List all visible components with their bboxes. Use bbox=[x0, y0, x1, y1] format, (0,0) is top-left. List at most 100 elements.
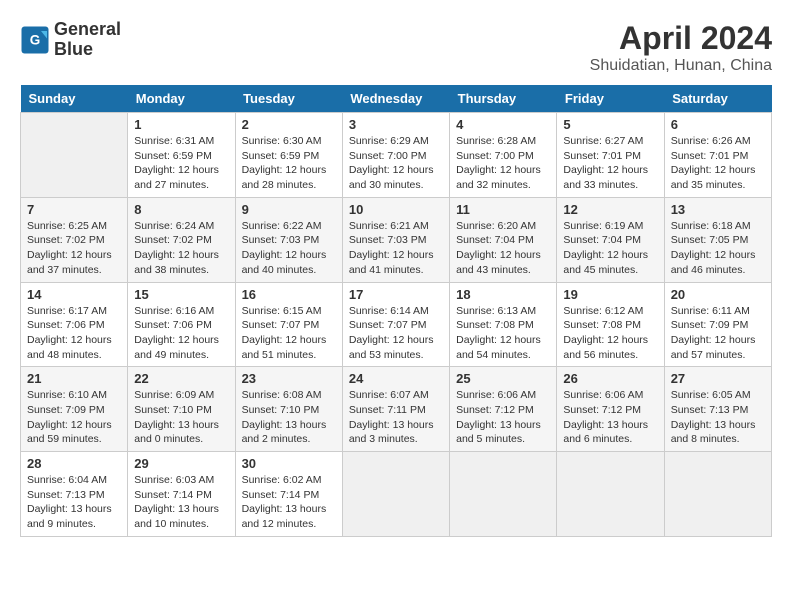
day-cell: 26 Sunrise: 6:06 AMSunset: 7:12 PMDayligh… bbox=[557, 367, 664, 452]
header-tuesday: Tuesday bbox=[235, 85, 342, 113]
day-info: Sunrise: 6:08 AMSunset: 7:10 PMDaylight:… bbox=[242, 388, 336, 447]
day-cell: 7 Sunrise: 6:25 AMSunset: 7:02 PMDaylight… bbox=[21, 197, 128, 282]
day-cell: 9 Sunrise: 6:22 AMSunset: 7:03 PMDaylight… bbox=[235, 197, 342, 282]
day-cell: 3Sunrise: 6:29 AMSunset: 7:00 PMDaylight… bbox=[342, 113, 449, 198]
day-number: 1 bbox=[134, 117, 228, 132]
day-info: Sunrise: 6:28 AMSunset: 7:00 PMDaylight:… bbox=[456, 134, 550, 193]
day-info: Sunrise: 6:30 AMSunset: 6:59 PMDaylight:… bbox=[242, 134, 336, 193]
day-number: 21 bbox=[27, 371, 121, 386]
day-number: 27 bbox=[671, 371, 765, 386]
header-saturday: Saturday bbox=[664, 85, 771, 113]
day-cell: 8 Sunrise: 6:24 AMSunset: 7:02 PMDaylight… bbox=[128, 197, 235, 282]
day-number: 5 bbox=[563, 117, 657, 132]
logo-line1: General bbox=[54, 20, 121, 40]
day-number: 11 bbox=[456, 202, 550, 217]
header-wednesday: Wednesday bbox=[342, 85, 449, 113]
day-info: Sunrise: 6:22 AMSunset: 7:03 PMDaylight:… bbox=[242, 219, 336, 278]
day-cell: 14Sunrise: 6:17 AMSunset: 7:06 PMDayligh… bbox=[21, 282, 128, 367]
logo: G General Blue bbox=[20, 20, 121, 60]
day-cell: 30 Sunrise: 6:02 AMSunset: 7:14 PMDayligh… bbox=[235, 452, 342, 537]
day-number: 18 bbox=[456, 287, 550, 302]
day-number: 29 bbox=[134, 456, 228, 471]
day-info: Sunrise: 6:10 AMSunset: 7:09 PMDaylight:… bbox=[27, 388, 121, 447]
day-cell: 21 Sunrise: 6:10 AMSunset: 7:09 PMDayligh… bbox=[21, 367, 128, 452]
day-number: 9 bbox=[242, 202, 336, 217]
day-info: Sunrise: 6:18 AMSunset: 7:05 PMDaylight:… bbox=[671, 219, 765, 278]
day-number: 13 bbox=[671, 202, 765, 217]
day-number: 7 bbox=[27, 202, 121, 217]
day-cell: 10Sunrise: 6:21 AMSunset: 7:03 PMDayligh… bbox=[342, 197, 449, 282]
month-title: April 2024 bbox=[590, 20, 772, 57]
day-cell: 23 Sunrise: 6:08 AMSunset: 7:10 PMDayligh… bbox=[235, 367, 342, 452]
day-number: 4 bbox=[456, 117, 550, 132]
day-number: 24 bbox=[349, 371, 443, 386]
day-info: Sunrise: 6:26 AMSunset: 7:01 PMDaylight:… bbox=[671, 134, 765, 193]
day-info: Sunrise: 6:07 AMSunset: 7:11 PMDaylight:… bbox=[349, 388, 443, 447]
day-info: Sunrise: 6:27 AMSunset: 7:01 PMDaylight:… bbox=[563, 134, 657, 193]
day-cell: 22 Sunrise: 6:09 AMSunset: 7:10 PMDayligh… bbox=[128, 367, 235, 452]
day-info: Sunrise: 6:12 AMSunset: 7:08 PMDaylight:… bbox=[563, 304, 657, 363]
day-info: Sunrise: 6:19 AMSunset: 7:04 PMDaylight:… bbox=[563, 219, 657, 278]
header: G General Blue April 2024 Shuidatian, Hu… bbox=[20, 20, 772, 75]
day-number: 23 bbox=[242, 371, 336, 386]
day-number: 6 bbox=[671, 117, 765, 132]
logo-line2: Blue bbox=[54, 40, 121, 60]
day-info: Sunrise: 6:15 AMSunset: 7:07 PMDaylight:… bbox=[242, 304, 336, 363]
day-cell bbox=[664, 452, 771, 537]
day-info: Sunrise: 6:04 AMSunset: 7:13 PMDaylight:… bbox=[27, 473, 121, 532]
title-area: April 2024 Shuidatian, Hunan, China bbox=[590, 20, 772, 75]
day-info: Sunrise: 6:05 AMSunset: 7:13 PMDaylight:… bbox=[671, 388, 765, 447]
day-number: 15 bbox=[134, 287, 228, 302]
day-info: Sunrise: 6:02 AMSunset: 7:14 PMDaylight:… bbox=[242, 473, 336, 532]
day-number: 12 bbox=[563, 202, 657, 217]
day-info: Sunrise: 6:03 AMSunset: 7:14 PMDaylight:… bbox=[134, 473, 228, 532]
day-cell bbox=[450, 452, 557, 537]
logo-text: General Blue bbox=[54, 20, 121, 60]
day-cell: 20Sunrise: 6:11 AMSunset: 7:09 PMDayligh… bbox=[664, 282, 771, 367]
day-info: Sunrise: 6:14 AMSunset: 7:07 PMDaylight:… bbox=[349, 304, 443, 363]
day-info: Sunrise: 6:16 AMSunset: 7:06 PMDaylight:… bbox=[134, 304, 228, 363]
day-info: Sunrise: 6:13 AMSunset: 7:08 PMDaylight:… bbox=[456, 304, 550, 363]
day-number: 30 bbox=[242, 456, 336, 471]
week-row-4: 28 Sunrise: 6:04 AMSunset: 7:13 PMDayligh… bbox=[21, 452, 772, 537]
day-number: 19 bbox=[563, 287, 657, 302]
day-cell: 11 Sunrise: 6:20 AMSunset: 7:04 PMDayligh… bbox=[450, 197, 557, 282]
day-cell: 13 Sunrise: 6:18 AMSunset: 7:05 PMDayligh… bbox=[664, 197, 771, 282]
week-row-0: 1Sunrise: 6:31 AMSunset: 6:59 PMDaylight… bbox=[21, 113, 772, 198]
day-info: Sunrise: 6:06 AMSunset: 7:12 PMDaylight:… bbox=[563, 388, 657, 447]
week-row-3: 21 Sunrise: 6:10 AMSunset: 7:09 PMDayligh… bbox=[21, 367, 772, 452]
day-cell: 15 Sunrise: 6:16 AMSunset: 7:06 PMDayligh… bbox=[128, 282, 235, 367]
day-number: 28 bbox=[27, 456, 121, 471]
day-info: Sunrise: 6:24 AMSunset: 7:02 PMDaylight:… bbox=[134, 219, 228, 278]
day-cell bbox=[21, 113, 128, 198]
day-cell: 29 Sunrise: 6:03 AMSunset: 7:14 PMDayligh… bbox=[128, 452, 235, 537]
day-cell: 25Sunrise: 6:06 AMSunset: 7:12 PMDayligh… bbox=[450, 367, 557, 452]
day-info: Sunrise: 6:09 AMSunset: 7:10 PMDaylight:… bbox=[134, 388, 228, 447]
day-info: Sunrise: 6:29 AMSunset: 7:00 PMDaylight:… bbox=[349, 134, 443, 193]
week-row-2: 14Sunrise: 6:17 AMSunset: 7:06 PMDayligh… bbox=[21, 282, 772, 367]
day-info: Sunrise: 6:17 AMSunset: 7:06 PMDaylight:… bbox=[27, 304, 121, 363]
day-number: 2 bbox=[242, 117, 336, 132]
day-number: 8 bbox=[134, 202, 228, 217]
day-cell bbox=[557, 452, 664, 537]
day-cell: 28 Sunrise: 6:04 AMSunset: 7:13 PMDayligh… bbox=[21, 452, 128, 537]
header-thursday: Thursday bbox=[450, 85, 557, 113]
day-number: 22 bbox=[134, 371, 228, 386]
day-cell bbox=[342, 452, 449, 537]
day-number: 25 bbox=[456, 371, 550, 386]
day-number: 26 bbox=[563, 371, 657, 386]
subtitle: Shuidatian, Hunan, China bbox=[590, 57, 772, 75]
day-cell: 12 Sunrise: 6:19 AMSunset: 7:04 PMDayligh… bbox=[557, 197, 664, 282]
calendar-table: SundayMondayTuesdayWednesdayThursdayFrid… bbox=[20, 85, 772, 537]
day-cell: 18 Sunrise: 6:13 AMSunset: 7:08 PMDayligh… bbox=[450, 282, 557, 367]
day-cell: 5 Sunrise: 6:27 AMSunset: 7:01 PMDaylight… bbox=[557, 113, 664, 198]
svg-text:G: G bbox=[30, 32, 41, 47]
day-info: Sunrise: 6:20 AMSunset: 7:04 PMDaylight:… bbox=[456, 219, 550, 278]
day-number: 10 bbox=[349, 202, 443, 217]
day-cell: 2 Sunrise: 6:30 AMSunset: 6:59 PMDaylight… bbox=[235, 113, 342, 198]
header-monday: Monday bbox=[128, 85, 235, 113]
day-cell: 6 Sunrise: 6:26 AMSunset: 7:01 PMDaylight… bbox=[664, 113, 771, 198]
week-row-1: 7 Sunrise: 6:25 AMSunset: 7:02 PMDaylight… bbox=[21, 197, 772, 282]
day-number: 16 bbox=[242, 287, 336, 302]
day-info: Sunrise: 6:25 AMSunset: 7:02 PMDaylight:… bbox=[27, 219, 121, 278]
